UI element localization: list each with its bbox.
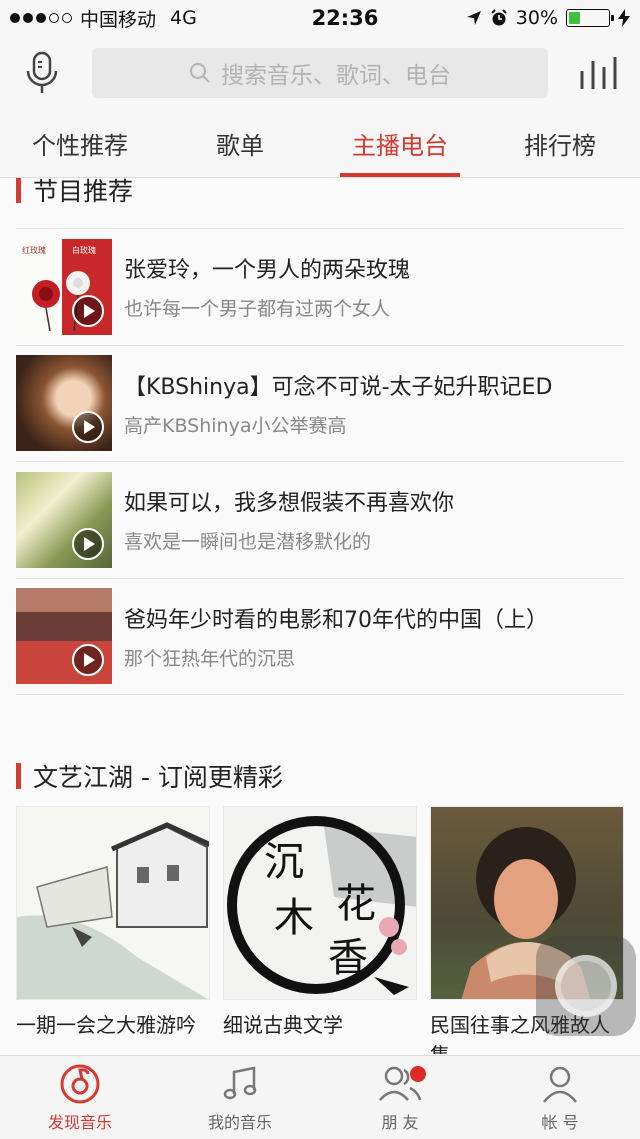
program-title: 如果可以，我多想假装不再喜欢你 [124, 491, 455, 517]
list-item[interactable]: 红玫瑰 白玫瑰 张爱玲，一个男人的两朵玫瑰 也许每一个男子都有过两个女人 [16, 229, 624, 346]
tab-recommend[interactable]: 个性推荐 [0, 110, 160, 177]
charging-bolt-icon [618, 9, 630, 27]
voice-search-button[interactable] [18, 49, 66, 97]
location-arrow-icon [466, 11, 481, 25]
header: 搜索音乐、歌词、电台 [0, 36, 640, 110]
cover-art-char: 木 [274, 895, 314, 941]
radio-title: 细说古典文学 [223, 1013, 343, 1037]
search-icon [190, 63, 210, 83]
nav-account[interactable]: 帐 号 [480, 1056, 640, 1139]
program-subtitle: 喜欢是一瞬间也是潜移默化的 [124, 531, 372, 554]
signal-strength-icon [10, 13, 72, 23]
section-title-radio: 文艺江湖 - 订阅更精彩 [0, 756, 640, 796]
microphone-icon [26, 51, 58, 93]
program-cover [16, 355, 112, 452]
play-icon[interactable] [72, 527, 104, 560]
nav-friends[interactable]: 朋 友 [320, 1056, 480, 1139]
program-title: 爸妈年少时看的电影和70年代的中国（上） [124, 607, 548, 633]
now-playing-button[interactable] [576, 49, 620, 97]
program-cover [16, 471, 112, 568]
list-item[interactable]: 如果可以，我多想假装不再喜欢你 喜欢是一瞬间也是潜移默化的 [16, 462, 624, 579]
equalizer-bars-icon [580, 57, 617, 89]
account-icon [543, 1066, 577, 1103]
battery-percent: 30% [515, 7, 558, 29]
section-marker [16, 763, 21, 789]
nav-label: 朋 友 [381, 1113, 419, 1132]
list-item[interactable]: 爸妈年少时看的电影和70年代的中国（上） 那个狂热年代的沉思 [16, 579, 624, 695]
radio-cover [16, 806, 210, 1000]
nav-label: 帐 号 [541, 1113, 579, 1132]
radio-card[interactable]: 沉 木 花 香 细说古典文学 [223, 806, 417, 1054]
program-list: 红玫瑰 白玫瑰 张爱玲，一个男人的两朵玫瑰 也许每一个男子都有过两个女人 【KB… [16, 228, 624, 695]
tab-playlists[interactable]: 歌单 [160, 110, 320, 177]
program-subtitle: 也许每一个男子都有过两个女人 [124, 298, 391, 321]
clock: 22:36 [311, 6, 379, 30]
network-label: 4G [170, 7, 197, 29]
play-icon[interactable] [72, 294, 104, 327]
music-note-icon [223, 1066, 257, 1100]
program-subtitle: 那个狂热年代的沉思 [124, 647, 296, 670]
tab-radio[interactable]: 主播电台 [320, 110, 480, 177]
search-placeholder: 搜索音乐、歌词、电台 [221, 63, 451, 89]
main-content[interactable]: 节目推荐 红玫瑰 白玫瑰 张爱玲，一个男人的两朵玫瑰 也许每一个男子都有过两个女… [0, 178, 640, 1054]
nav-my-music[interactable]: 我的音乐 [160, 1056, 320, 1139]
program-title: 张爱玲，一个男人的两朵玫瑰 [124, 258, 411, 284]
nav-discover[interactable]: 发现音乐 [0, 1056, 160, 1139]
notification-badge [410, 1066, 426, 1082]
list-item[interactable]: 【KBShinya】可念不可说-太子妃升职记ED 高产KBShinya小公举赛高 [16, 346, 624, 462]
radio-card[interactable]: 一期一会之大雅游吟 [16, 806, 210, 1054]
program-cover: 红玫瑰 白玫瑰 [16, 238, 112, 335]
tab-charts[interactable]: 排行榜 [480, 110, 640, 177]
cover-art-char: 沉 [264, 839, 304, 885]
cover-art-char: 花 [336, 881, 376, 927]
radio-title: 一期一会之大雅游吟 [16, 1013, 196, 1037]
battery-icon [566, 9, 614, 27]
alarm-icon [491, 9, 507, 26]
assistive-touch-button[interactable] [536, 936, 636, 1036]
nav-label: 发现音乐 [47, 1113, 112, 1132]
cover-art-char: 香 [328, 935, 368, 981]
search-input[interactable]: 搜索音乐、歌词、电台 [92, 48, 548, 98]
nav-label: 我的音乐 [207, 1113, 272, 1132]
svg-text:白玫瑰: 白玫瑰 [72, 245, 96, 255]
carrier-label: 中国移动 [80, 8, 157, 31]
battery-level [569, 12, 581, 24]
discover-music-icon [60, 1064, 100, 1104]
status-bar: 中国移动 4G 22:36 30% [0, 0, 640, 36]
section-marker [16, 178, 21, 203]
svg-text:红玫瑰: 红玫瑰 [22, 245, 46, 255]
play-icon[interactable] [72, 644, 104, 677]
program-cover [16, 588, 112, 685]
program-subtitle: 高产KBShinya小公举赛高 [124, 414, 347, 437]
category-tabs: 个性推荐 歌单 主播电台 排行榜 [0, 110, 640, 178]
section-title-programs: 节目推荐 [0, 178, 640, 210]
play-icon[interactable] [72, 411, 104, 444]
radio-cover: 沉 木 花 香 [223, 806, 417, 1000]
bottom-nav: 发现音乐 我的音乐 朋 友 帐 号 [0, 1055, 640, 1139]
radio-cards: 一期一会之大雅游吟 沉 木 花 香 细说古典文学 民国往事之风雅故人 [16, 806, 624, 1054]
program-title: 【KBShinya】可念不可说-太子妃升职记ED [124, 374, 553, 400]
